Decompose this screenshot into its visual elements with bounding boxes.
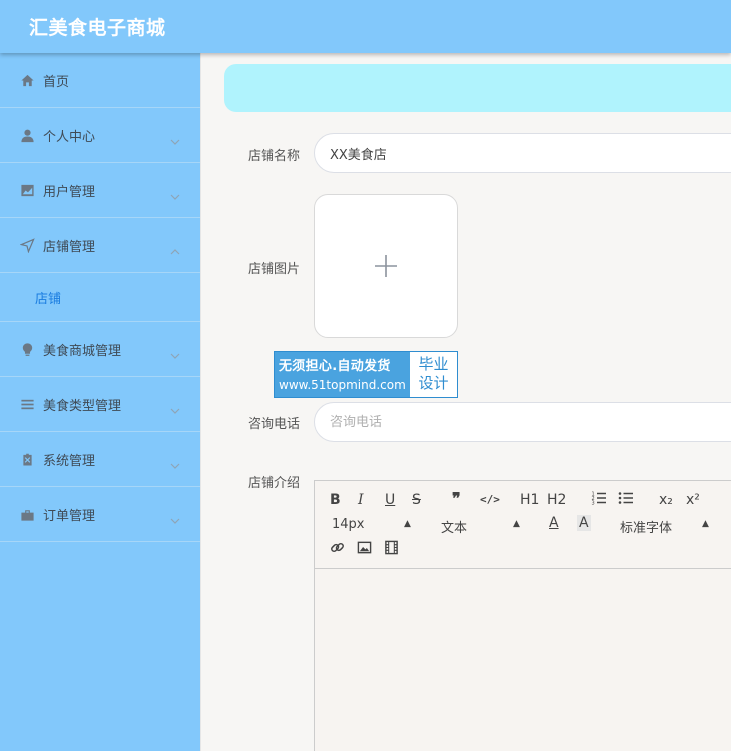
svg-text:3: 3 — [592, 501, 595, 507]
superscript-button[interactable]: x² — [686, 492, 700, 508]
sidebar-item-personal-center[interactable]: 个人中心 — [0, 108, 200, 163]
app-title: 汇美食电子商城 — [29, 17, 166, 39]
sidebar-item-label: 用户管理 — [43, 184, 96, 200]
sidebar-item-label: 首页 — [43, 74, 70, 90]
chevron-down-icon — [170, 186, 180, 205]
list-icon — [19, 396, 35, 412]
home-icon — [19, 72, 35, 88]
sidebar-item-order-management[interactable]: 订单管理 — [0, 487, 200, 542]
sidebar-item-food-mall-management[interactable]: 美食商城管理 — [0, 322, 200, 377]
chevron-up-icon — [170, 241, 180, 260]
font-color-button[interactable]: A — [549, 515, 559, 531]
navigation-icon — [19, 237, 35, 253]
image-icon — [357, 541, 372, 554]
sidebar-item-food-type-management[interactable]: 美食类型管理 — [0, 377, 200, 432]
chevron-down-icon — [170, 131, 180, 150]
header2-button[interactable]: H2 — [547, 492, 566, 508]
blockquote-button[interactable]: ❞ — [452, 489, 461, 508]
phone-label: 咨询电话 — [248, 417, 301, 432]
briefcase-icon — [19, 506, 35, 522]
sidebar-item-label: 美食类型管理 — [43, 398, 122, 414]
watermark-line1: 无须担心.自动发货 — [279, 359, 391, 374]
chart-icon — [19, 182, 35, 198]
font-family-select[interactable]: 标准字体 — [620, 517, 672, 536]
chevron-down-icon — [170, 510, 180, 529]
block-type-select[interactable]: 文本 — [441, 517, 467, 536]
watermark-right-line1: 毕业 — [418, 355, 449, 373]
image-button[interactable] — [357, 540, 372, 559]
select-caret-icon: ▲ — [404, 519, 411, 529]
top-header: 汇美食电子商城 — [0, 0, 731, 53]
store-image-label: 店铺图片 — [248, 262, 301, 277]
phone-input[interactable] — [314, 402, 731, 442]
subscript-button[interactable]: x₂ — [659, 492, 673, 508]
chevron-down-icon — [170, 400, 180, 419]
sidebar-item-label: 系统管理 — [43, 453, 96, 469]
sidebar-item-label: 美食商城管理 — [43, 343, 122, 359]
video-button[interactable] — [384, 540, 399, 559]
bulb-icon — [19, 341, 35, 357]
user-icon — [19, 127, 35, 143]
store-name-input[interactable] — [314, 133, 731, 173]
sidebar-item-label: 个人中心 — [43, 129, 96, 145]
image-upload-button[interactable] — [314, 194, 458, 338]
ordered-list-icon: 123 — [592, 492, 606, 507]
store-intro-label: 店铺介绍 — [248, 476, 301, 491]
editor-content-area[interactable] — [315, 569, 731, 751]
sidebar-item-label: 订单管理 — [43, 508, 96, 524]
ordered-list-button[interactable]: 123 — [591, 490, 607, 510]
watermark-right-line2: 设计 — [418, 374, 449, 392]
code-block-button[interactable]: </> — [480, 493, 500, 506]
header1-button[interactable]: H1 — [520, 492, 539, 508]
editor-toolbar: B I U S ❞ </> H1 H2 123 x₂ x² 14px ▲ 文本 … — [315, 481, 731, 569]
sidebar-item-system-management[interactable]: 系统管理 — [0, 432, 200, 487]
bold-button[interactable]: B — [330, 492, 341, 508]
sidebar-subitem-label: 店铺 — [35, 291, 62, 307]
video-icon — [385, 540, 398, 555]
sidebar-subitem-store[interactable]: 店铺 — [0, 273, 200, 322]
chevron-down-icon — [170, 455, 180, 474]
watermark-badge: 无须担心.自动发货 www.51topmind.com 毕业 设计 — [274, 351, 458, 398]
chevron-down-icon — [170, 345, 180, 364]
italic-button[interactable]: I — [358, 492, 364, 508]
plus-icon — [375, 255, 397, 277]
strike-button[interactable]: S — [412, 492, 421, 508]
font-size-select[interactable]: 14px — [332, 517, 365, 532]
sidebar: 首页 个人中心 用户管理 店铺管理 店铺 美食商城管理 美食类型管理 系统管理 … — [0, 53, 200, 751]
select-caret-icon: ▲ — [513, 519, 520, 529]
watermark-line2: www.51topmind.com — [279, 378, 406, 392]
clipboard-icon — [19, 451, 35, 467]
rich-text-editor: B I U S ❞ </> H1 H2 123 x₂ x² 14px ▲ 文本 … — [314, 480, 731, 751]
background-color-button[interactable]: A — [577, 515, 591, 531]
bullet-list-button[interactable] — [618, 490, 634, 510]
link-icon — [331, 542, 344, 553]
sidebar-item-user-management[interactable]: 用户管理 — [0, 163, 200, 218]
main-content: 店铺名称 店铺图片 无须担心.自动发货 www.51topmind.com 毕业… — [200, 53, 731, 751]
bullet-list-icon — [618, 492, 633, 504]
breadcrumb-banner — [224, 64, 731, 112]
sidebar-item-label: 店铺管理 — [43, 239, 96, 255]
store-name-label: 店铺名称 — [248, 149, 301, 164]
sidebar-item-home[interactable]: 首页 — [0, 53, 200, 108]
link-button[interactable] — [330, 540, 345, 559]
underline-button[interactable]: U — [385, 492, 395, 508]
sidebar-item-store-management[interactable]: 店铺管理 — [0, 218, 200, 273]
select-caret-icon: ▲ — [702, 519, 709, 529]
